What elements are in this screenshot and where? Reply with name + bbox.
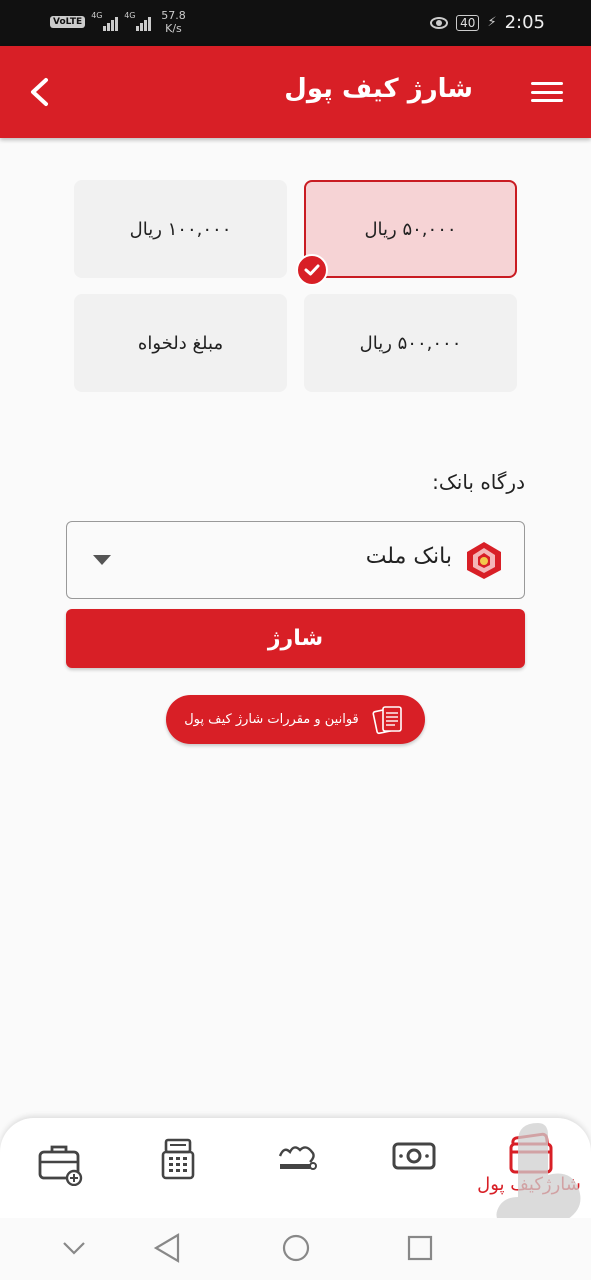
network-type-1: 4G [91,11,103,20]
bank-mellat-logo-icon [467,542,501,579]
status-left: VoLTE 4G 4G 57.8 K/s [50,9,186,35]
status-bar: VoLTE 4G 4G 57.8 K/s 40 ⚡ 2:05 [0,0,591,46]
briefcase-add-icon [38,1145,83,1186]
amount-label: ۱۰۰,۰۰۰ ریال [129,218,232,240]
status-right: 40 ⚡ 2:05 [430,12,545,33]
menu-button[interactable] [531,78,563,106]
speed-value: 57.8 [161,9,186,22]
amount-option-50000[interactable]: ۵۰,۰۰۰ ریال [304,180,517,278]
chevron-left-icon [31,78,48,106]
bank-gateway-dropdown[interactable]: بانک ملت [66,521,525,599]
amount-option-custom[interactable]: مبلغ دلخواه [74,294,287,392]
app-bar: شارژ کیف پول [0,46,591,138]
back-triangle-icon[interactable] [152,1232,182,1264]
selected-bank-name: بانک ملت [365,544,452,569]
back-button[interactable] [22,72,62,112]
restaurant-logo-icon [278,1146,317,1170]
network-type-2: 4G [124,11,136,20]
amount-label: ۵۰,۰۰۰ ریال [364,218,457,240]
amount-label: مبلغ دلخواه [137,332,224,354]
gateway-label: درگاه بانک: [432,470,525,494]
network-speed: 57.8 K/s [161,9,186,35]
recents-square-icon[interactable] [406,1234,434,1262]
rules-label: قوانین و مقررات شارژ کیف پول [184,712,359,727]
amount-label: ۵۰۰,۰۰۰ ریال [359,332,462,354]
battery-icon: 40 [456,14,480,31]
receipt-icon [161,1138,195,1180]
home-circle-icon[interactable] [280,1232,312,1264]
nav-item-briefcase[interactable] [10,1118,110,1218]
signal-1-icon: 4G [91,11,119,31]
amount-option-100000[interactable]: ۱۰۰,۰۰۰ ریال [74,180,287,278]
nav-item-restaurant[interactable] [246,1118,346,1218]
dropdown-arrow-icon [93,555,111,565]
volte-badge: VoLTE [50,16,86,28]
hamburger-menu-icon [531,82,563,85]
cash-icon [392,1142,436,1170]
amount-option-500000[interactable]: ۵۰۰,۰۰۰ ریال [304,294,517,392]
nav-item-receipt[interactable] [128,1118,228,1218]
speed-unit: K/s [165,22,182,35]
signal-2-icon: 4G [124,11,152,31]
collapse-chevron-icon[interactable] [60,1238,88,1258]
page-title: شارژ کیف پول [284,74,473,104]
rules-button[interactable]: قوانین و مقررات شارژ کیف پول [166,695,425,744]
nav-item-cash[interactable] [364,1118,464,1218]
clock: 2:05 [504,12,545,33]
documents-icon [372,705,402,734]
charging-bolt-icon: ⚡ [487,15,497,30]
eye-comfort-icon [430,16,449,29]
charge-button[interactable]: شارژ [66,609,525,668]
system-navigation-bar [0,1218,591,1280]
selected-check-icon [296,254,328,286]
